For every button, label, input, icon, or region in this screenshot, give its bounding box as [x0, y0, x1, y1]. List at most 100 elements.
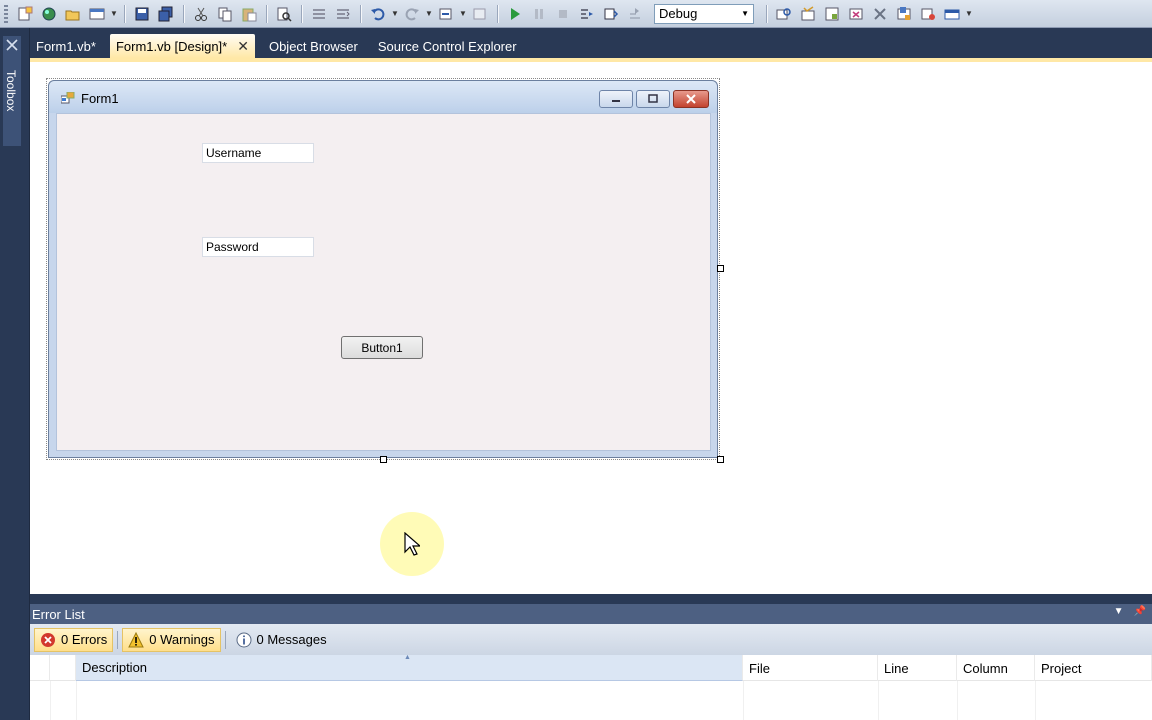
uncomment-icon[interactable]: [332, 3, 354, 25]
filter-separator: [224, 630, 226, 649]
properties-icon[interactable]: [797, 3, 819, 25]
step-out-icon[interactable]: [624, 3, 646, 25]
window-dropdown[interactable]: ▼: [110, 3, 118, 25]
error-list-filters: 0 Errors 0 Warnings 0 Messages: [30, 624, 1152, 655]
error-list-title: Error List: [32, 606, 85, 622]
column-column-label: Column: [963, 660, 1008, 676]
form-titlebar[interactable]: Form1: [49, 81, 717, 113]
warnings-count: 0 Warnings: [149, 632, 215, 647]
step-into-icon[interactable]: [576, 3, 598, 25]
pane-controls: ▼ 📌: [1114, 606, 1146, 617]
grid-line: [1035, 681, 1036, 720]
start-page-icon[interactable]: [917, 3, 939, 25]
redo-icon[interactable]: [401, 3, 423, 25]
tab-form1-design[interactable]: Form1.vb [Design]* ✕: [109, 34, 255, 58]
username-textbox[interactable]: Username: [202, 143, 314, 163]
pin-icon[interactable]: 📌: [1134, 606, 1146, 617]
copy-icon[interactable]: [214, 3, 236, 25]
solution-explorer-icon[interactable]: [773, 3, 795, 25]
open-file-icon[interactable]: [62, 3, 84, 25]
add-item-icon[interactable]: [38, 3, 60, 25]
button1[interactable]: Button1: [341, 336, 423, 359]
form-icon: [61, 92, 75, 104]
step-over-icon[interactable]: [600, 3, 622, 25]
object-browser-icon[interactable]: [821, 3, 843, 25]
column-category[interactable]: [30, 655, 50, 681]
paste-icon[interactable]: [238, 3, 260, 25]
toolbox-tab[interactable]: Toolbox: [3, 36, 21, 146]
mouse-cursor-icon: [404, 532, 420, 556]
tab-source-control-explorer[interactable]: Source Control Explorer: [372, 34, 523, 58]
undo-dropdown[interactable]: ▼: [391, 3, 399, 25]
grid-line: [50, 681, 51, 720]
form-window[interactable]: Form1 Username Password Button1: [48, 80, 718, 458]
navigate-dropdown[interactable]: ▼: [459, 3, 467, 25]
error-list-titlebar[interactable]: Error List ▼ 📌: [30, 604, 1152, 624]
close-button[interactable]: [673, 90, 709, 108]
resize-handle-corner[interactable]: [717, 456, 724, 463]
toolbar-grip[interactable]: [4, 4, 8, 23]
start-debugging-icon[interactable]: [504, 3, 526, 25]
column-project-label: Project: [1041, 660, 1082, 676]
find-icon[interactable]: [273, 3, 295, 25]
navigate-backward-icon[interactable]: [435, 3, 457, 25]
error-list-body[interactable]: [30, 681, 1152, 720]
window-controls: [599, 90, 709, 108]
undo-icon[interactable]: [367, 3, 389, 25]
close-icon[interactable]: ✕: [237, 38, 249, 55]
new-project-icon[interactable]: [14, 3, 36, 25]
toolbox-icon: [6, 39, 18, 51]
toolbox-icon[interactable]: [845, 3, 867, 25]
tab-form1-code[interactable]: Form1.vb*: [30, 34, 102, 58]
column-file[interactable]: File: [743, 655, 878, 681]
column-column[interactable]: Column: [957, 655, 1035, 681]
form-client-area[interactable]: Username Password Button1: [56, 113, 711, 451]
tab-object-browser[interactable]: Object Browser: [263, 34, 364, 58]
redo-dropdown[interactable]: ▼: [425, 3, 433, 25]
messages-count: 0 Messages: [256, 632, 327, 647]
column-file-label: File: [749, 660, 770, 676]
toolbar-options-dropdown[interactable]: ▼: [965, 3, 973, 25]
column-description-label: Description: [82, 660, 148, 675]
cut-icon[interactable]: [190, 3, 212, 25]
pane-menu-icon[interactable]: ▼: [1114, 606, 1124, 617]
window-icon[interactable]: [86, 3, 108, 25]
designer-surface[interactable]: Form1 Username Password Button1: [30, 62, 1152, 594]
comment-icon[interactable]: [308, 3, 330, 25]
column-line-label: Line: [884, 660, 909, 676]
command-window-icon[interactable]: [893, 3, 915, 25]
column-project[interactable]: Project: [1035, 655, 1152, 681]
warnings-filter-button[interactable]: 0 Warnings: [122, 627, 221, 652]
messages-filter-button[interactable]: 0 Messages: [230, 628, 333, 652]
password-textbox[interactable]: Password: [202, 237, 314, 257]
resize-handle-right[interactable]: [717, 265, 724, 272]
tab-label: Form1.vb*: [36, 38, 96, 54]
toolbar-separator: [301, 4, 302, 23]
tab-label: Source Control Explorer: [377, 38, 517, 54]
save-all-icon[interactable]: [155, 3, 177, 25]
filter-separator: [117, 630, 119, 649]
resize-handle-bottom[interactable]: [380, 456, 387, 463]
sort-arrow-icon: ▲: [404, 654, 411, 661]
extension-manager-icon[interactable]: [869, 3, 891, 25]
toolbar-separator: [124, 4, 125, 23]
errors-filter-button[interactable]: 0 Errors: [34, 627, 114, 652]
save-icon[interactable]: [131, 3, 153, 25]
standard-toolbar: ▼ ▼ ▼ ▼ Debug ▼ ▼: [0, 0, 1152, 28]
column-index[interactable]: [50, 655, 76, 681]
tab-label: Form1.vb [Design]*: [115, 38, 228, 54]
close-icon: [686, 94, 696, 104]
minimize-button[interactable]: [599, 90, 633, 108]
output-window-icon[interactable]: [941, 3, 963, 25]
grid-line: [743, 681, 744, 720]
info-icon: [236, 632, 252, 647]
navigate-forward-icon[interactable]: [469, 3, 491, 25]
stop-icon[interactable]: [552, 3, 574, 25]
solution-configuration-select[interactable]: Debug ▼: [654, 3, 754, 24]
column-line[interactable]: Line: [878, 655, 957, 681]
toolbar-separator: [497, 4, 498, 23]
column-description[interactable]: Description ▲: [76, 654, 743, 681]
maximize-button[interactable]: [636, 90, 670, 108]
grid-line: [878, 681, 879, 720]
pause-icon[interactable]: [528, 3, 550, 25]
